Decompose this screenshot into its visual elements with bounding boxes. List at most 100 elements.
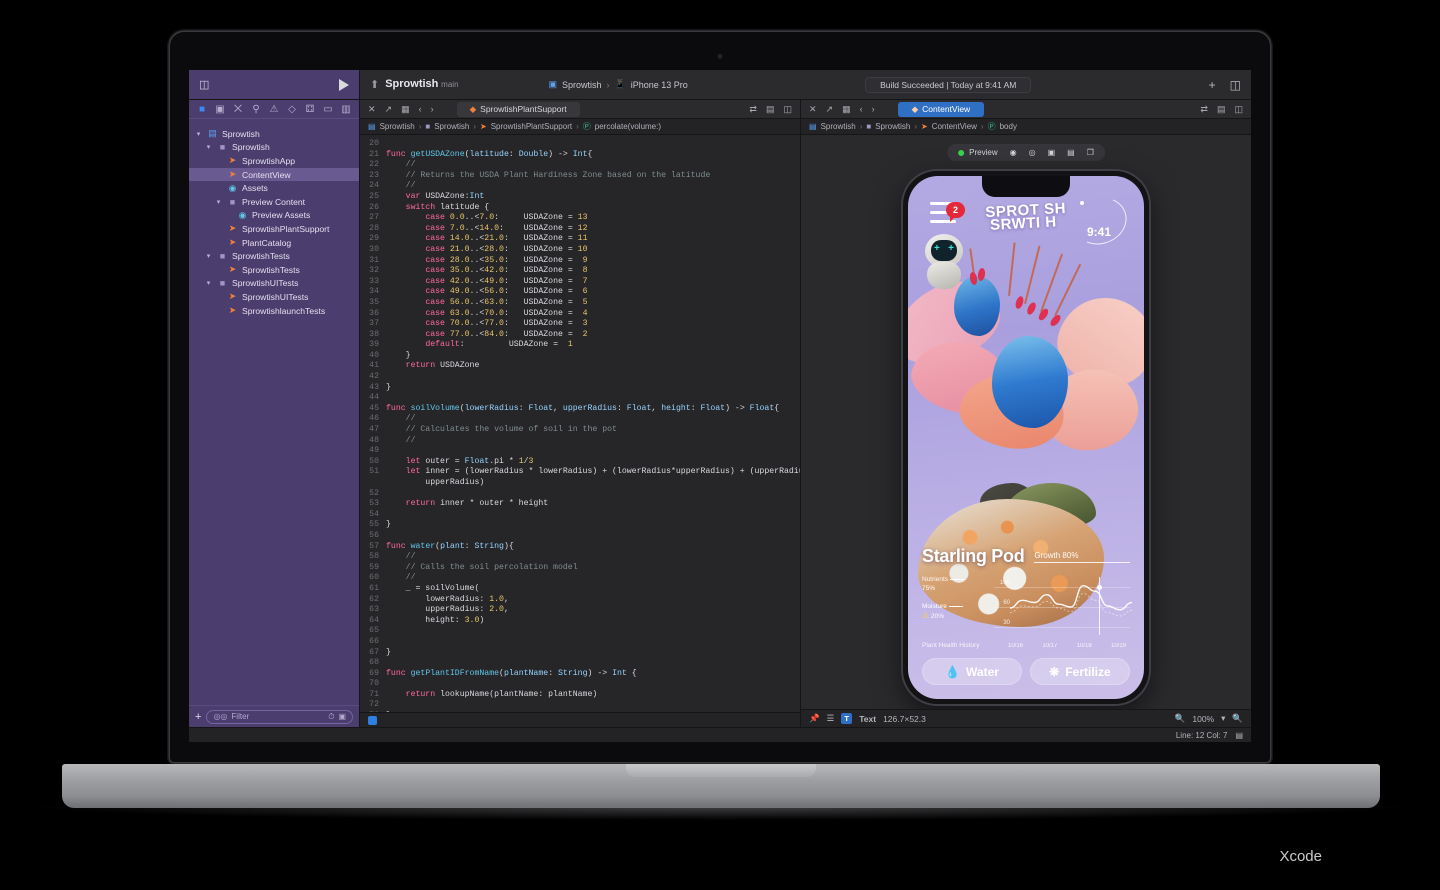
editor-split-icon[interactable]: ⇄: [749, 104, 757, 115]
editor-tab-label: SprowtishPlantSupport: [480, 104, 567, 114]
destination-selector[interactable]: ▣ Sprowtish › 📱 iPhone 13 Pro: [549, 79, 688, 90]
project-navigator-tab[interactable]: ■: [193, 102, 211, 116]
preview-live-toggle[interactable]: Preview: [958, 148, 998, 157]
line-number: 28: [369, 223, 379, 233]
report-navigator-tab[interactable]: ▥: [337, 102, 355, 116]
expand-editor-icon[interactable]: ↗: [385, 104, 393, 115]
property-icon: Ⓟ: [987, 122, 996, 131]
display-icon[interactable]: ▤: [1235, 731, 1243, 740]
water-button[interactable]: 💧 Water: [922, 658, 1022, 685]
fertilize-button-label: Fertilize: [1065, 664, 1111, 679]
source-control-navigator-tab[interactable]: ▣: [211, 102, 229, 116]
tree-item[interactable]: ◉ Preview Assets: [189, 209, 359, 223]
destination-device: iPhone 13 Pro: [630, 79, 688, 90]
tree-item[interactable]: ▾ ■ SprowtishUITests: [189, 277, 359, 291]
grid-preview-icon[interactable]: ▦: [842, 104, 851, 115]
tree-item[interactable]: ▾ ■ Sprowtish: [189, 141, 359, 155]
sidebar-toggle-icon[interactable]: ◫: [199, 78, 209, 91]
editor-canvas-icon[interactable]: ◫: [783, 104, 792, 115]
debug-navigator-tab[interactable]: ⚃: [301, 102, 319, 116]
inspect-icon[interactable]: ◉: [1010, 148, 1017, 157]
expand-preview-icon[interactable]: ↗: [826, 104, 834, 115]
tree-item-label: SprowtishTests: [232, 251, 290, 262]
code-line: 58 //: [360, 552, 800, 563]
line-number: 48: [369, 435, 379, 445]
editor-options-icon[interactable]: ▤: [766, 104, 775, 115]
scheme-selector[interactable]: ⬆ Sprowtish main: [370, 78, 459, 91]
disclosure-triangle-icon[interactable]: ▾: [204, 143, 213, 151]
breadcrumb-item[interactable]: Sprowtish: [875, 122, 910, 131]
add-button[interactable]: +: [1209, 78, 1216, 92]
display-icon[interactable]: ▤: [1067, 148, 1075, 157]
add-file-button[interactable]: +: [195, 711, 201, 723]
breakpoint-navigator-tab[interactable]: ▭: [319, 102, 337, 116]
notification-badge[interactable]: 2: [946, 202, 965, 222]
line-number: 50: [369, 456, 379, 466]
tree-item[interactable]: ▾ ■ Preview Content: [189, 195, 359, 209]
source-control-filter-icon[interactable]: ▣: [338, 712, 346, 721]
disclosure-triangle-icon[interactable]: ▾: [204, 279, 213, 287]
tree-item[interactable]: ➤ SprowtishApp: [189, 154, 359, 168]
breadcrumb-item[interactable]: ContentView: [932, 122, 977, 131]
tree-item[interactable]: ▾ ▤ Sprowtish: [189, 127, 359, 141]
inspector-toggle-icon[interactable]: ◫: [1230, 78, 1241, 92]
list-icon[interactable]: ☰: [827, 713, 835, 724]
tree-item[interactable]: ➤ SprowtishUITests: [189, 290, 359, 304]
test-navigator-tab[interactable]: ◇: [283, 102, 301, 116]
close-preview-icon[interactable]: ✕: [809, 104, 817, 115]
editor-tab[interactable]: ◆ SprowtishPlantSupport: [456, 101, 580, 117]
breadcrumb-item[interactable]: Sprowtish: [821, 122, 856, 131]
zoom-out-icon[interactable]: 🔍: [1175, 713, 1186, 724]
folder-icon: ■: [219, 142, 226, 153]
preview-split-icon[interactable]: ⇄: [1200, 104, 1208, 115]
tree-item[interactable]: ➤ SprowtishTests: [189, 263, 359, 277]
disclosure-triangle-icon[interactable]: ▾: [204, 252, 213, 260]
symbol-navigator-tab[interactable]: ⨉: [229, 102, 247, 116]
preview-forward-icon[interactable]: ›: [872, 104, 875, 114]
run-button[interactable]: [339, 78, 349, 91]
close-editor-icon[interactable]: ✕: [368, 104, 376, 115]
preview-back-icon[interactable]: ‹: [860, 104, 863, 114]
tree-item[interactable]: ▾ ■ SprowtishTests: [189, 249, 359, 263]
breadcrumb-item[interactable]: body: [1000, 122, 1017, 131]
breadcrumb-item[interactable]: SprowtishPlantSupport: [491, 122, 572, 131]
tree-item[interactable]: ➤ ContentView: [189, 167, 359, 182]
disclosure-triangle-icon[interactable]: ▾: [214, 198, 223, 206]
fertilize-button[interactable]: ❋ Fertilize: [1030, 658, 1130, 685]
device-settings-icon[interactable]: ▣: [1048, 148, 1056, 157]
breadcrumb-item[interactable]: percolate(volume:): [595, 122, 661, 131]
pin-icon[interactable]: 📌: [809, 713, 820, 724]
grid-editor-icon[interactable]: ▦: [401, 104, 410, 115]
disclosure-triangle-icon[interactable]: ▾: [194, 130, 203, 138]
duplicate-icon[interactable]: ❐: [1087, 148, 1094, 157]
issue-navigator-tab[interactable]: ⚠: [265, 102, 283, 116]
breadcrumb-item[interactable]: Sprowtish: [380, 122, 415, 131]
find-navigator-tab[interactable]: ⚲: [247, 102, 265, 116]
forward-nav-icon[interactable]: ›: [431, 104, 434, 114]
line-number: 49: [369, 446, 379, 456]
back-nav-icon[interactable]: ‹: [419, 104, 422, 114]
filter-input[interactable]: ◎◎ Filter ⏱ ▣: [206, 709, 353, 724]
code-content[interactable]: 20 21 func getUSDAZone(latitude: Double) -…: [360, 135, 800, 712]
growth-label: Growth 80%: [1034, 550, 1079, 560]
preview-inspector-icon[interactable]: ◫: [1234, 104, 1243, 115]
breadcrumb-item[interactable]: Sprowtish: [434, 122, 469, 131]
chevron-down-icon[interactable]: ▾: [1221, 713, 1225, 724]
code-line: upperRadius): [360, 478, 800, 489]
line-number: 71: [369, 689, 379, 699]
line-number: 68: [369, 658, 379, 668]
preview-tab[interactable]: ◆ ContentView: [897, 101, 985, 117]
preview-options-icon[interactable]: ▤: [1217, 104, 1226, 115]
preview-canvas[interactable]: Preview ◉ ◎ ▣ ▤ ❐ 9:41 SPROT SH SRWTI H …: [801, 135, 1251, 709]
zoom-in-icon[interactable]: 🔍: [1232, 713, 1243, 724]
x-tick-label: 10/19: [1110, 643, 1126, 649]
recent-filter-icon[interactable]: ⏱: [328, 712, 334, 722]
tree-item[interactable]: ➤ SprowtishPlantSupport: [189, 222, 359, 236]
zoom-level[interactable]: 100%: [1192, 714, 1214, 724]
code-line: 59 // Calls the soil percolation model: [360, 563, 800, 574]
tree-item[interactable]: ◉ Assets: [189, 181, 359, 195]
robot-avatar-icon[interactable]: [922, 234, 966, 290]
tree-item[interactable]: ➤ PlantCatalog: [189, 236, 359, 250]
tree-item[interactable]: ➤ SprowtishlaunchTests: [189, 304, 359, 318]
record-icon[interactable]: ◎: [1029, 148, 1036, 157]
